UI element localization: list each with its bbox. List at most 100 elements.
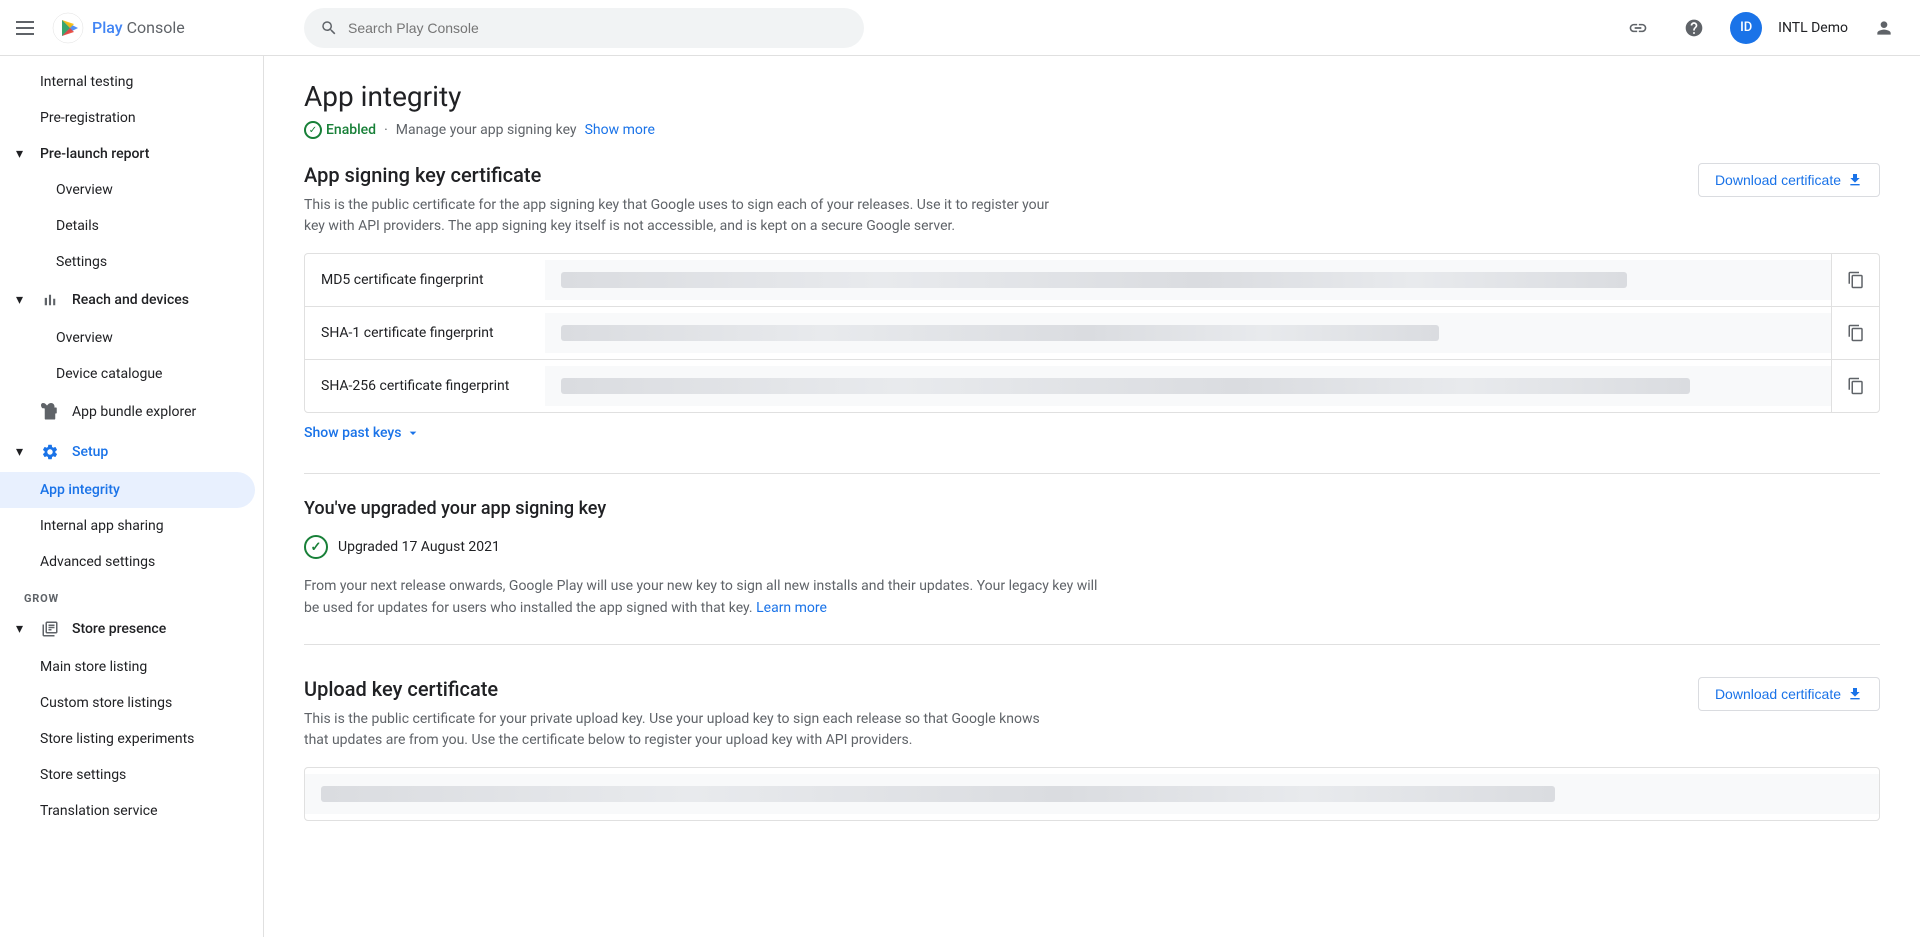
status-separator: · <box>384 122 388 138</box>
copy-icon <box>1847 324 1865 342</box>
main-content: App integrity Enabled · Manage your app … <box>264 56 1920 937</box>
sidebar-label: Store settings <box>40 767 126 783</box>
upload-section-desc: This is the public certificate for your … <box>304 709 1064 751</box>
topbar-left: Play Console <box>16 12 280 44</box>
upgraded-date: Upgraded 17 August 2021 <box>338 539 500 555</box>
download-certificate-btn[interactable]: Download certificate <box>1698 163 1880 197</box>
chevron-down-icon: ▾ <box>16 146 32 162</box>
page-title: App integrity <box>304 80 1880 113</box>
search-input[interactable] <box>348 20 848 36</box>
sidebar-label: App integrity <box>40 482 120 498</box>
search-icon <box>320 19 338 37</box>
upload-section-title: Upload key certificate <box>304 677 1064 701</box>
sidebar-label: Reach and devices <box>72 292 189 308</box>
fingerprint-row-sha256: SHA-256 certificate fingerprint <box>305 360 1879 412</box>
upload-title-group: Upload key certificate This is the publi… <box>304 677 1064 751</box>
upload-section: Upload key certificate This is the publi… <box>304 677 1880 821</box>
sha256-value <box>545 366 1831 406</box>
signing-section: App signing key certificate This is the … <box>304 163 1880 441</box>
sidebar-item-store-listing-experiments[interactable]: Store listing experiments <box>0 721 263 757</box>
brand-play: Play <box>92 18 123 37</box>
menu-icon[interactable] <box>16 16 40 40</box>
chevron-down-icon: ▾ <box>16 444 32 460</box>
section-header-row: App signing key certificate This is the … <box>304 163 1880 237</box>
learn-more-link[interactable]: Learn more <box>756 600 827 616</box>
sha1-copy-btn[interactable] <box>1831 307 1879 359</box>
sidebar-label: Translation service <box>40 803 158 819</box>
md5-copy-btn[interactable] <box>1831 254 1879 306</box>
account-icon-btn[interactable] <box>1864 8 1904 48</box>
download-icon <box>1847 686 1863 702</box>
sidebar-item-overview[interactable]: Overview <box>0 172 263 208</box>
sidebar-item-internal-app-sharing[interactable]: Internal app sharing <box>0 508 263 544</box>
sidebar-label: Overview <box>56 182 113 198</box>
sha256-label: SHA-256 certificate fingerprint <box>305 366 545 406</box>
search-bar[interactable] <box>304 8 864 48</box>
sidebar-item-pre-registration[interactable]: Pre-registration <box>0 100 263 136</box>
grow-label: Grow <box>0 580 263 609</box>
sidebar-label: Internal app sharing <box>40 518 164 534</box>
upgraded-check-icon <box>304 535 328 559</box>
section-title-group: App signing key certificate This is the … <box>304 163 1064 237</box>
status-enabled: Enabled <box>304 121 376 139</box>
sidebar-item-store-settings[interactable]: Store settings <box>0 757 263 793</box>
sha1-label: SHA-1 certificate fingerprint <box>305 313 545 353</box>
sidebar-item-app-bundle-explorer[interactable]: App bundle explorer <box>0 392 263 432</box>
help-icon-btn[interactable] <box>1674 8 1714 48</box>
sidebar-item-details[interactable]: Details <box>0 208 263 244</box>
brand: Play Console <box>52 12 185 44</box>
sidebar-label: Advanced settings <box>40 554 155 570</box>
sidebar-item-main-store-listing[interactable]: Main store listing <box>0 649 263 685</box>
status-row: Enabled · Manage your app signing key Sh… <box>304 121 1880 139</box>
upload-value <box>305 774 1879 814</box>
upgraded-status-row: Upgraded 17 August 2021 <box>304 535 1880 559</box>
sidebar-label: Pre-launch report <box>40 146 149 162</box>
upload-fingerprint-row <box>305 768 1879 820</box>
md5-label: MD5 certificate fingerprint <box>305 260 545 300</box>
link-icon-btn[interactable] <box>1618 8 1658 48</box>
upgraded-section: You've upgraded your app signing key Upg… <box>304 498 1880 620</box>
upload-download-btn-label: Download certificate <box>1715 686 1841 702</box>
sidebar-item-store-presence[interactable]: ▾ Store presence <box>0 609 263 649</box>
brand-console: Console <box>127 18 185 37</box>
sidebar-label: App bundle explorer <box>72 404 196 420</box>
signing-section-desc: This is the public certificate for the a… <box>304 195 1064 237</box>
brand-text: Play Console <box>92 18 185 37</box>
show-more-link[interactable]: Show more <box>585 122 655 138</box>
upload-fingerprint-table <box>304 767 1880 821</box>
store-icon <box>40 619 60 639</box>
play-logo-icon <box>52 12 84 44</box>
copy-icon <box>1847 377 1865 395</box>
divider-2 <box>304 644 1880 645</box>
sidebar-item-custom-store-listings[interactable]: Custom store listings <box>0 685 263 721</box>
sidebar-label: Main store listing <box>40 659 147 675</box>
sidebar-item-device-catalogue[interactable]: Device catalogue <box>0 356 263 392</box>
sidebar-item-advanced-settings[interactable]: Advanced settings <box>0 544 263 580</box>
sha256-copy-btn[interactable] <box>1831 360 1879 412</box>
user-name: INTL Demo <box>1778 20 1848 36</box>
sidebar-item-internal-testing[interactable]: Internal testing <box>0 64 263 100</box>
md5-blurred <box>561 272 1627 288</box>
sha256-blurred <box>561 378 1690 394</box>
sidebar-item-app-integrity[interactable]: App integrity <box>0 472 255 508</box>
sidebar-item-reach-overview[interactable]: Overview <box>0 320 263 356</box>
status-enabled-icon <box>304 121 322 139</box>
sidebar-item-settings[interactable]: Settings <box>0 244 263 280</box>
upload-blurred <box>321 786 1555 802</box>
upgraded-desc-text: From your next release onwards, Google P… <box>304 578 1097 616</box>
chevron-down-icon: ▾ <box>16 621 32 637</box>
bar-chart-icon <box>40 290 60 310</box>
sidebar-item-reach-and-devices[interactable]: ▾ Reach and devices <box>0 280 263 320</box>
avatar[interactable]: ID <box>1730 12 1762 44</box>
fingerprint-row-md5: MD5 certificate fingerprint <box>305 254 1879 307</box>
show-past-keys-btn[interactable]: Show past keys <box>304 425 421 441</box>
sidebar-label: Custom store listings <box>40 695 172 711</box>
sidebar-item-pre-launch-report[interactable]: ▾ Pre-launch report <box>0 136 263 172</box>
sidebar-item-setup[interactable]: ▾ Setup <box>0 432 263 472</box>
sidebar-item-translation-service[interactable]: Translation service <box>0 793 263 829</box>
fingerprint-row-sha1: SHA-1 certificate fingerprint <box>305 307 1879 360</box>
copy-icon <box>1847 271 1865 289</box>
sidebar-label: Overview <box>56 330 113 346</box>
sidebar: Internal testing Pre-registration ▾ Pre-… <box>0 56 264 937</box>
upload-download-certificate-btn[interactable]: Download certificate <box>1698 677 1880 711</box>
